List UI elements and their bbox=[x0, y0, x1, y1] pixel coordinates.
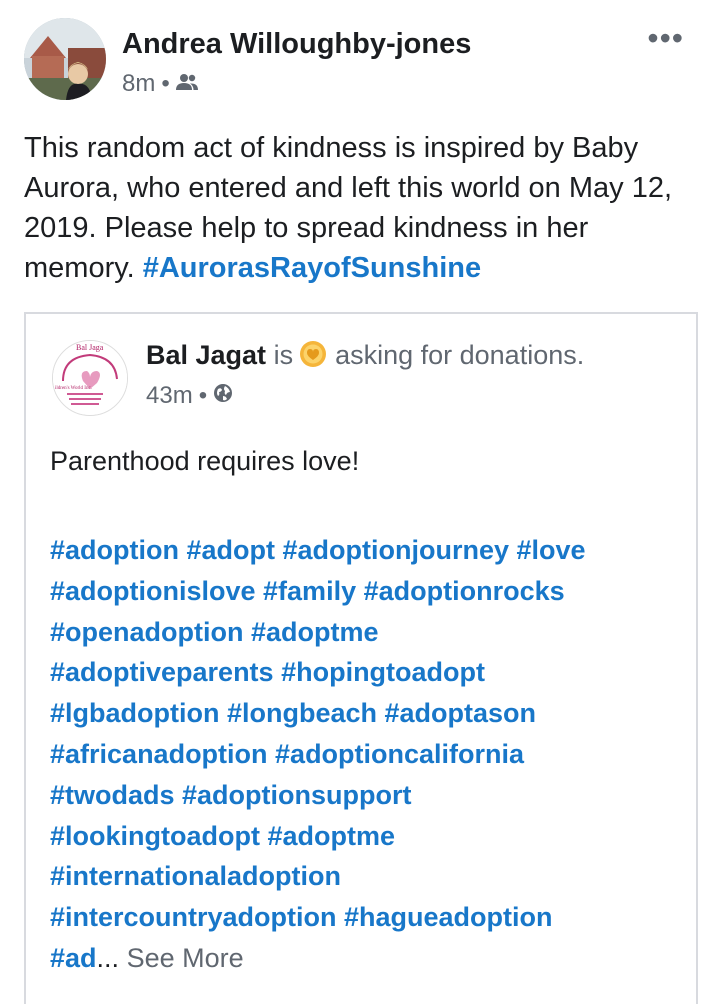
hashtag-line[interactable]: #adoptionislove #family #adoptionrocks bbox=[50, 571, 690, 612]
hashtag-line[interactable]: #adoption #adopt #adoptionjourney #love bbox=[50, 530, 690, 571]
author-avatar[interactable] bbox=[24, 18, 106, 100]
post-hashtag-link[interactable]: #AurorasRayofSunshine bbox=[143, 252, 481, 284]
author-name[interactable]: Andrea Willoughby-jones bbox=[122, 28, 471, 61]
post-header: Andrea Willoughby-jones 8m • ••• bbox=[24, 18, 696, 102]
post-time[interactable]: 8m bbox=[122, 70, 155, 98]
hashtag-line[interactable]: #twodads #adoptionsupport bbox=[50, 775, 690, 816]
is-text: is bbox=[273, 340, 294, 370]
post-text: This random act of kindness is inspired … bbox=[24, 128, 696, 288]
friends-icon[interactable] bbox=[175, 70, 198, 98]
truncated-hashtag[interactable]: #ad bbox=[50, 943, 97, 973]
ellipsis: ... bbox=[96, 942, 120, 973]
hashtag-line[interactable]: #openadoption #adoptme bbox=[50, 612, 690, 653]
logo-text: Bal Jaga bbox=[76, 343, 104, 352]
page-name[interactable]: Bal Jagat bbox=[146, 340, 266, 370]
globe-icon[interactable] bbox=[213, 382, 233, 410]
hashtag-line[interactable]: #intercountryadoption #hagueadoption bbox=[50, 897, 690, 938]
page-logo[interactable]: Bal Jaga ildren's World Inc. bbox=[52, 340, 128, 416]
hashtag-line[interactable]: #lgbadoption #longbeach #adoptason bbox=[50, 693, 690, 734]
truncated-hashtag-line: #ad... See More bbox=[50, 938, 690, 979]
logo-subtext: ildren's World Inc. bbox=[55, 386, 92, 391]
shared-post-title: Bal Jagat is asking for donations. bbox=[146, 340, 584, 375]
hashtag-list: #adoption #adopt #adoptionjourney #love … bbox=[50, 530, 690, 979]
shared-post-body: Parenthood requires love! bbox=[50, 446, 360, 476]
hashtag-line[interactable]: #lookingtoadopt #adoptme bbox=[50, 816, 690, 857]
donation-coin-icon bbox=[299, 340, 327, 375]
activity-text: asking for donations. bbox=[335, 340, 585, 370]
separator-dot: • bbox=[161, 70, 170, 97]
shared-post-card[interactable]: Bal Jaga ildren's World Inc. Bal Jagat i… bbox=[24, 312, 698, 1004]
see-more-link[interactable]: See More bbox=[127, 943, 244, 973]
more-options-icon[interactable]: ••• bbox=[647, 22, 684, 54]
post-meta: 8m • bbox=[122, 70, 198, 98]
separator-dot: • bbox=[198, 382, 208, 409]
hashtag-line[interactable]: #adoptiveparents #hopingtoadopt bbox=[50, 652, 690, 693]
shared-post-meta: 43m • bbox=[146, 382, 233, 410]
hashtag-line[interactable]: #africanadoption #adoptioncalifornia bbox=[50, 734, 690, 775]
shared-post-time[interactable]: 43m bbox=[146, 382, 193, 410]
hashtag-line[interactable]: #internationaladoption bbox=[50, 856, 690, 897]
